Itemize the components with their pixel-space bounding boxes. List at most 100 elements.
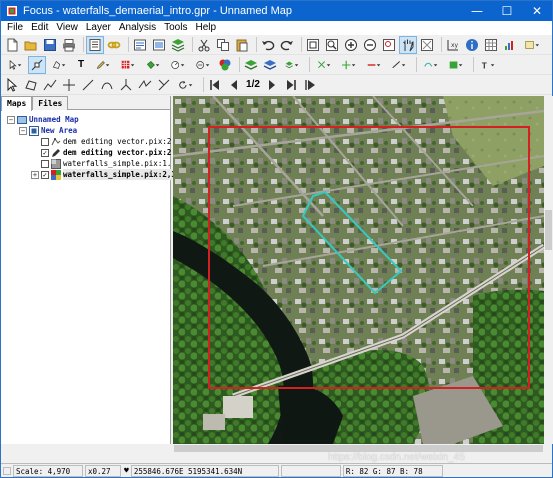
tree-node-map[interactable]: − Unnamed Map (1, 114, 170, 125)
coordinate-xy-icon[interactable]: xy (445, 37, 461, 53)
cross-hair-icon[interactable] (61, 77, 77, 93)
node-edit-icon[interactable] (313, 57, 335, 73)
reshape-icon[interactable] (137, 77, 153, 93)
collapse-icon[interactable]: − (7, 115, 15, 124)
fill-tool-icon[interactable] (142, 57, 164, 73)
redo-icon[interactable] (279, 37, 295, 53)
layer-blue-icon[interactable] (262, 57, 278, 73)
vertical-scroll-thumb[interactable] (545, 210, 552, 250)
line-style-icon[interactable] (388, 57, 410, 73)
menu-help[interactable]: Help (191, 21, 220, 35)
layers-stack-icon[interactable] (170, 37, 186, 53)
tree-layer-row[interactable]: waterfalls_simple.pix:1. Ma (1, 158, 185, 169)
layer-props-dropdown-icon[interactable] (281, 57, 303, 73)
properties-icon[interactable] (132, 37, 148, 53)
filter-tool-icon[interactable] (192, 57, 214, 73)
zoom-box-icon[interactable] (381, 37, 397, 53)
copy-icon[interactable] (215, 37, 231, 53)
menu-analysis[interactable]: Analysis (115, 21, 160, 35)
fit-window-icon[interactable] (419, 37, 435, 53)
paste-icon[interactable] (234, 37, 250, 53)
play-icon[interactable] (302, 77, 318, 93)
first-page-icon[interactable] (207, 77, 223, 93)
menu-edit[interactable]: Edit (27, 21, 52, 35)
measure-tool-icon[interactable] (167, 57, 189, 73)
zoom-window-icon[interactable] (324, 37, 340, 53)
expand-icon[interactable]: + (31, 170, 39, 179)
vertical-scrollbar[interactable] (544, 96, 553, 444)
undo-icon[interactable] (260, 37, 276, 53)
tree-node-area[interactable]: − New Area (1, 125, 170, 136)
pan-hand-icon[interactable] (399, 35, 417, 54)
tab-maps[interactable]: Maps (1, 96, 33, 111)
layer-visibility-checkbox[interactable]: ✓ (41, 170, 49, 179)
map-icon (17, 115, 27, 124)
add-point-icon[interactable] (338, 57, 360, 73)
zoom-out-icon[interactable] (362, 37, 378, 53)
menu-view[interactable]: View (52, 21, 82, 35)
draw-shape-icon[interactable] (48, 57, 70, 73)
tree-layer-row[interactable]: dem editing vector.pix:2. N (1, 136, 185, 147)
merge-icon[interactable] (156, 77, 172, 93)
rotate-icon[interactable] (175, 77, 197, 93)
layer-visibility-checkbox[interactable] (41, 137, 49, 146)
layer-visibility-checkbox[interactable] (41, 159, 49, 168)
fill-color-icon[interactable] (420, 57, 442, 73)
polyline-icon[interactable] (42, 77, 58, 93)
standard-toolbar: xy (1, 35, 552, 55)
maximize-button[interactable]: ☐ (492, 1, 522, 21)
layer-list-icon[interactable] (86, 35, 104, 54)
minimize-button[interactable]: — (462, 1, 492, 21)
previous-page-icon[interactable] (226, 77, 242, 93)
last-page-icon[interactable] (283, 77, 299, 93)
pointer-icon[interactable] (4, 77, 20, 93)
layer-label: dem editing vector.pix:2. N (63, 137, 185, 146)
new-file-icon[interactable] (4, 37, 20, 53)
chart-icon[interactable] (502, 37, 518, 53)
diagonal-line-icon[interactable] (80, 77, 96, 93)
text-style-icon[interactable]: T (477, 57, 499, 73)
menu-layer[interactable]: Layer (82, 21, 115, 35)
collapse-icon[interactable]: − (19, 126, 27, 135)
raster-grid-icon[interactable] (117, 57, 139, 73)
coordinate-readout: 255846.676E 5195341.634N (130, 464, 279, 477)
map-canvas[interactable] (173, 96, 544, 444)
classify-icon[interactable] (217, 57, 233, 73)
select-arrow-icon[interactable] (4, 57, 26, 73)
grid-icon[interactable] (483, 37, 499, 53)
tree-layer-row[interactable]: + ✓ waterfalls_simple.pix:2,3,4 (1, 169, 185, 180)
menu-tools[interactable]: Tools (160, 21, 191, 35)
menu-file[interactable]: File (3, 21, 27, 35)
save-icon[interactable] (42, 37, 58, 53)
split-icon[interactable] (118, 77, 134, 93)
map-options-dropdown-icon[interactable] (521, 37, 543, 53)
horizontal-scroll-thumb[interactable] (174, 445, 543, 452)
table-view-icon[interactable] (151, 37, 167, 53)
next-page-icon[interactable] (264, 77, 280, 93)
zoom-in-icon[interactable] (343, 37, 359, 53)
layer-green-icon[interactable] (243, 57, 259, 73)
toolbar-separator (309, 57, 310, 72)
layer-visibility-checkbox[interactable]: ✓ (41, 148, 49, 157)
edit-vertex-icon[interactable] (28, 55, 46, 74)
text-tool-icon[interactable]: T (73, 57, 89, 73)
status-bar: Scale: 4,970 x0.27 ♥ 255846.676E 5195341… (1, 463, 552, 477)
close-button[interactable]: ✕ (522, 1, 552, 21)
link-icon[interactable] (106, 37, 122, 53)
tab-files[interactable]: Files (32, 96, 69, 110)
line-color-icon[interactable] (363, 57, 385, 73)
toolbar-separator (416, 57, 417, 72)
tree-layer-row[interactable]: ✓ dem editing vector.pix:2. N (1, 147, 185, 158)
scale-half-icon[interactable]: 1/2 (245, 77, 261, 93)
arc-icon[interactable] (99, 77, 115, 93)
pencil-edit-icon[interactable] (92, 57, 114, 73)
print-icon[interactable] (61, 37, 77, 53)
zoom-extent-icon[interactable] (305, 37, 321, 53)
open-folder-icon[interactable] (23, 37, 39, 53)
cut-icon[interactable] (196, 37, 212, 53)
green-fill-icon[interactable] (445, 57, 467, 73)
polygon-icon[interactable] (23, 77, 39, 93)
pin-icon: ♥ (124, 466, 129, 475)
info-icon[interactable] (464, 37, 480, 53)
editing-toolbar: T T (1, 55, 552, 75)
